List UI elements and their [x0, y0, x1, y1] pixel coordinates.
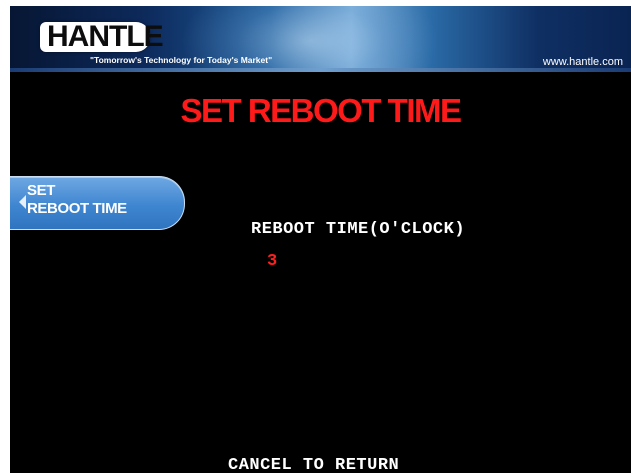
website-url: www.hantle.com [542, 56, 623, 68]
set-reboot-time-label: SET REBOOT TIME [27, 182, 127, 217]
atm-screen: HANTLE "Tomorrow's Technology for Today'… [10, 6, 631, 473]
cancel-instruction: CANCEL TO RETURN [228, 456, 400, 473]
header-banner: HANTLE "Tomorrow's Technology for Today'… [10, 6, 631, 72]
banner-strip [10, 68, 631, 72]
tagline: "Tomorrow's Technology for Today's Marke… [90, 55, 273, 65]
hantle-logo: HANTLE [47, 20, 164, 53]
reboot-time-label: REBOOT TIME(O'CLOCK) [251, 220, 466, 239]
reboot-time-value[interactable]: 3 [267, 252, 277, 271]
page-title: SET REBOOT TIME [180, 92, 462, 129]
left-arrow-icon [19, 195, 26, 209]
